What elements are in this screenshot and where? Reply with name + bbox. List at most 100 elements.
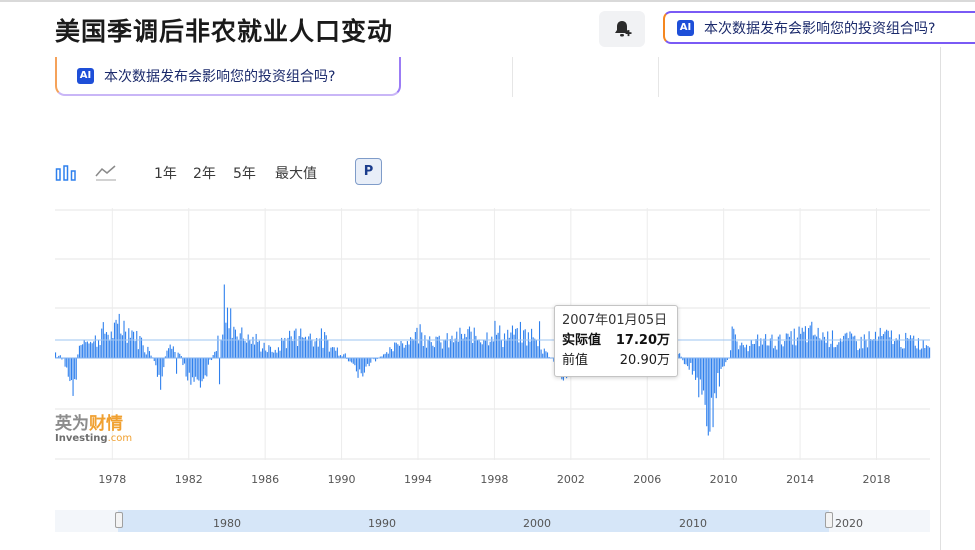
data-bar (758, 346, 760, 358)
data-bar (846, 332, 848, 358)
data-bar (398, 345, 400, 358)
data-bar (741, 342, 743, 358)
watermark-en: Investing (55, 433, 108, 444)
data-bar (545, 351, 547, 358)
data-bar (123, 320, 125, 358)
data-bar (771, 334, 773, 358)
data-bar (112, 337, 114, 358)
tooltip-previous-value: 20.90万 (619, 353, 670, 368)
data-bar (817, 327, 819, 358)
data-bar (261, 348, 264, 358)
data-bar (277, 347, 279, 358)
data-bar (139, 335, 141, 358)
data-bar (171, 348, 173, 358)
data-bar (351, 358, 353, 363)
data-bar (438, 335, 440, 358)
data-bar (871, 339, 873, 358)
data-bar (110, 331, 112, 358)
data-bar (289, 330, 291, 358)
data-bar (360, 358, 362, 374)
data-bar (760, 338, 762, 358)
data-bar (195, 358, 197, 377)
data-bar (85, 342, 87, 358)
data-bar (176, 358, 178, 374)
data-bar (822, 332, 824, 358)
data-bar (881, 336, 883, 358)
data-bar (395, 342, 397, 358)
data-bar (863, 334, 865, 358)
data-bar (269, 346, 272, 358)
data-bar (443, 340, 445, 358)
data-bar (784, 341, 786, 358)
data-bar (709, 358, 711, 432)
data-bar (271, 351, 273, 358)
data-bar (328, 351, 330, 358)
data-bar (835, 347, 837, 358)
data-bar (733, 328, 735, 358)
investing-watermark: 英为财情 Investing.com (55, 416, 132, 444)
data-bar (909, 335, 912, 358)
data-bar (183, 358, 186, 364)
data-bar (274, 349, 276, 358)
navigator-left-handle[interactable] (115, 512, 123, 528)
data-bar (115, 319, 117, 358)
data-bar (776, 349, 778, 358)
data-bar (857, 350, 859, 358)
data-bar (892, 344, 894, 358)
data-bar (701, 358, 703, 395)
data-bar (914, 345, 916, 358)
data-bar (827, 331, 829, 358)
data-bar (424, 335, 426, 358)
data-bar (521, 342, 523, 358)
data-bar (738, 349, 740, 358)
data-bar (188, 358, 190, 373)
data-bar (715, 358, 717, 399)
data-bar (451, 335, 453, 358)
data-bar (336, 347, 338, 358)
data-bar (107, 334, 109, 358)
data-bar (925, 345, 927, 358)
data-bar (422, 346, 424, 358)
data-bar (121, 335, 123, 358)
data-bar (736, 341, 738, 358)
data-bar (895, 338, 897, 358)
data-bar (516, 328, 518, 358)
data-bar (292, 341, 294, 358)
data-bar (690, 358, 692, 363)
data-bar (145, 354, 147, 358)
data-bar (249, 339, 251, 358)
data-bar (803, 331, 805, 358)
navigator-right-handle[interactable] (825, 512, 833, 528)
data-bar (228, 328, 230, 358)
data-bar (109, 340, 111, 358)
data-bar (405, 344, 407, 358)
navigator-label: 1980 (213, 517, 241, 530)
data-bar (836, 344, 838, 358)
data-bar (343, 354, 345, 358)
data-bar (362, 358, 364, 377)
data-bar (806, 342, 808, 358)
data-bar (793, 328, 795, 358)
data-bar (222, 334, 224, 358)
data-bar (929, 347, 931, 358)
data-bar (505, 340, 507, 358)
data-bar (166, 350, 168, 358)
data-bar (234, 329, 236, 358)
data-bar (698, 358, 700, 398)
data-bar (300, 328, 302, 358)
data-bar (449, 339, 451, 358)
data-bar (787, 333, 789, 358)
data-bar (745, 344, 748, 358)
data-bar (204, 358, 206, 376)
data-bar (779, 334, 781, 358)
data-bar (140, 337, 143, 358)
data-bar (419, 324, 421, 358)
range-navigator[interactable]: 1980 1990 2000 2010 2020 (55, 510, 930, 532)
data-bar (546, 352, 549, 358)
data-bar (55, 352, 57, 358)
data-bar (390, 349, 393, 358)
data-bar (473, 327, 475, 358)
data-bar (78, 345, 80, 358)
data-bar (250, 343, 252, 358)
x-tick-label: 2010 (710, 473, 738, 486)
